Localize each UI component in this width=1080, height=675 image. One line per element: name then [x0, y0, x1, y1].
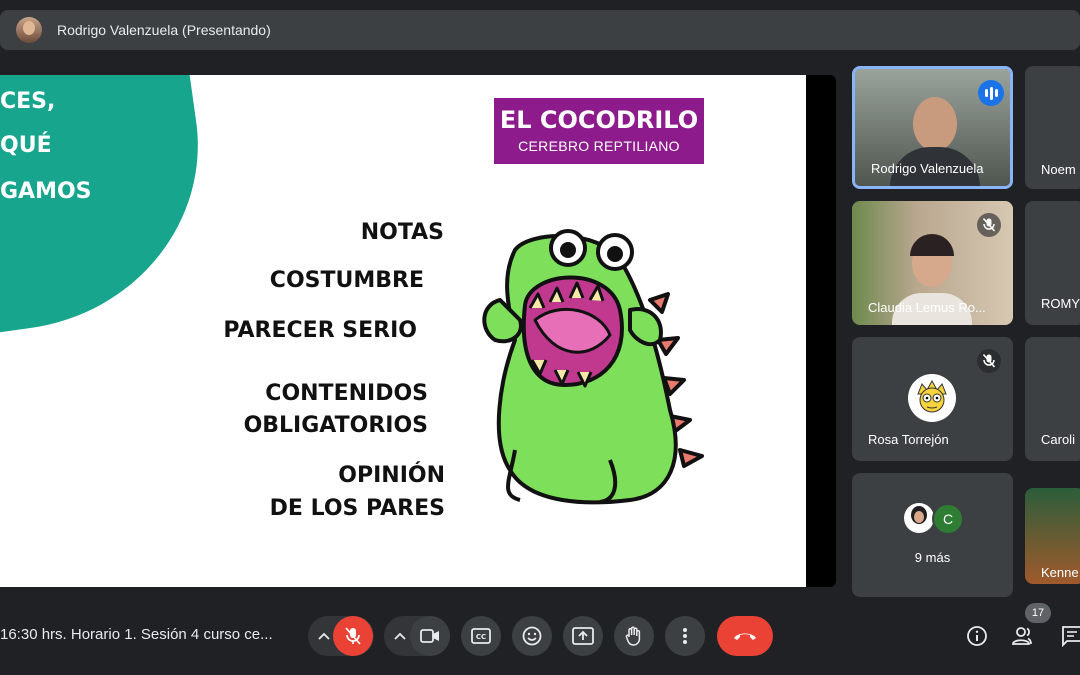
participant-count-badge: 17 [1025, 603, 1051, 623]
raise-hand-button[interactable] [614, 616, 654, 656]
lisa-avatar [908, 374, 956, 422]
participant-name: Kenne [1041, 565, 1079, 580]
mic-off-icon [977, 349, 1001, 373]
participant-tile-rodrigo[interactable]: Rodrigo Valenzuela [852, 66, 1013, 189]
corner-text-3: GAMOS [0, 179, 92, 204]
participant-name: Rodrigo Valenzuela [871, 161, 984, 176]
camera-icon [420, 629, 439, 643]
slide: CES, QUÉ GAMOS EL COCODRILO CEREBRO REPT… [0, 75, 806, 587]
present-screen-icon [572, 627, 594, 645]
word-costumbre: COSTUMBRE [269, 268, 424, 293]
word-obligatorios: OBLIGATORIOS [243, 413, 428, 438]
hand-icon [625, 626, 641, 646]
people-button[interactable] [1010, 622, 1038, 650]
participant-name: Caroli [1041, 432, 1075, 447]
teal-shape [0, 75, 222, 346]
corner-text-2: QUÉ [0, 133, 52, 158]
presentation-stage: CES, QUÉ GAMOS EL COCODRILO CEREBRO REPT… [0, 75, 836, 587]
participant-avatar [904, 503, 934, 533]
word-parecer-serio: PARECER SERIO [223, 318, 417, 343]
more-count-label: 9 más [914, 550, 951, 565]
crocodile-illustration [482, 229, 704, 505]
meet-window: Rodrigo Valenzuela (Presentando) CES, QU… [0, 0, 1080, 675]
svg-text:CC: CC [476, 633, 486, 641]
people-icon [1012, 627, 1032, 645]
participant-letter-avatar: C [932, 503, 964, 535]
word-de-los-pares: DE LOS PARES [269, 496, 445, 521]
word-contenidos: CONTENIDOS [265, 381, 428, 406]
info-icon [967, 626, 987, 646]
corner-text-1: CES, [0, 89, 56, 114]
mic-off-icon [977, 213, 1001, 237]
word-notas: NOTAS [360, 220, 444, 245]
captions-button[interactable]: CC [461, 616, 501, 656]
more-vert-icon [683, 628, 687, 644]
participant-face [913, 97, 957, 151]
participant-tile-rosa[interactable]: Rosa Torrejón [852, 337, 1013, 461]
slide-subtitle: CEREBRO REPTILIANO [518, 138, 680, 154]
participant-tile-claudia[interactable]: Claudia Lemus Ro... [852, 201, 1013, 325]
presenter-bar: Rodrigo Valenzuela (Presentando) [0, 10, 1080, 50]
participant-tile-caroli[interactable]: Caroli [1025, 337, 1080, 461]
more-participants-tile[interactable]: C 9 más [852, 473, 1013, 597]
mic-toggle-button[interactable] [333, 616, 373, 656]
more-options-button[interactable] [665, 616, 705, 656]
closed-captions-icon: CC [471, 628, 491, 644]
chat-icon [1062, 626, 1080, 647]
leave-call-button[interactable] [717, 616, 773, 656]
presenter-avatar [16, 17, 42, 43]
reactions-button[interactable] [512, 616, 552, 656]
meeting-details-button[interactable] [963, 622, 991, 650]
participant-tile-romy[interactable]: ROMY [1025, 201, 1080, 325]
slide-title-box: EL COCODRILO CEREBRO REPTILIANO [494, 98, 704, 164]
participant-name: Noem [1041, 162, 1076, 177]
present-screen-button[interactable] [563, 616, 603, 656]
meeting-title: 16:30 hrs. Horario 1. Sesión 4 curso ce.… [0, 626, 273, 643]
emoji-icon [522, 626, 542, 646]
participant-name: ROMY [1041, 296, 1080, 311]
participant-name: Rosa Torrejón [868, 432, 949, 447]
chat-button[interactable] [1058, 622, 1080, 650]
hang-up-icon [734, 633, 756, 640]
participant-tile-noem[interactable]: Noem [1025, 66, 1080, 189]
mic-off-icon [345, 627, 361, 645]
slide-title: EL COCODRILO [499, 106, 699, 134]
presenter-name: Rodrigo Valenzuela (Presentando) [57, 22, 271, 38]
camera-toggle-button[interactable] [410, 616, 450, 656]
participant-name: Claudia Lemus Ro... [868, 300, 986, 315]
word-opinion: OPINIÓN [338, 463, 445, 488]
participant-tile-kenne[interactable]: Kenne [1025, 488, 1080, 584]
speaking-indicator-icon [978, 80, 1004, 106]
